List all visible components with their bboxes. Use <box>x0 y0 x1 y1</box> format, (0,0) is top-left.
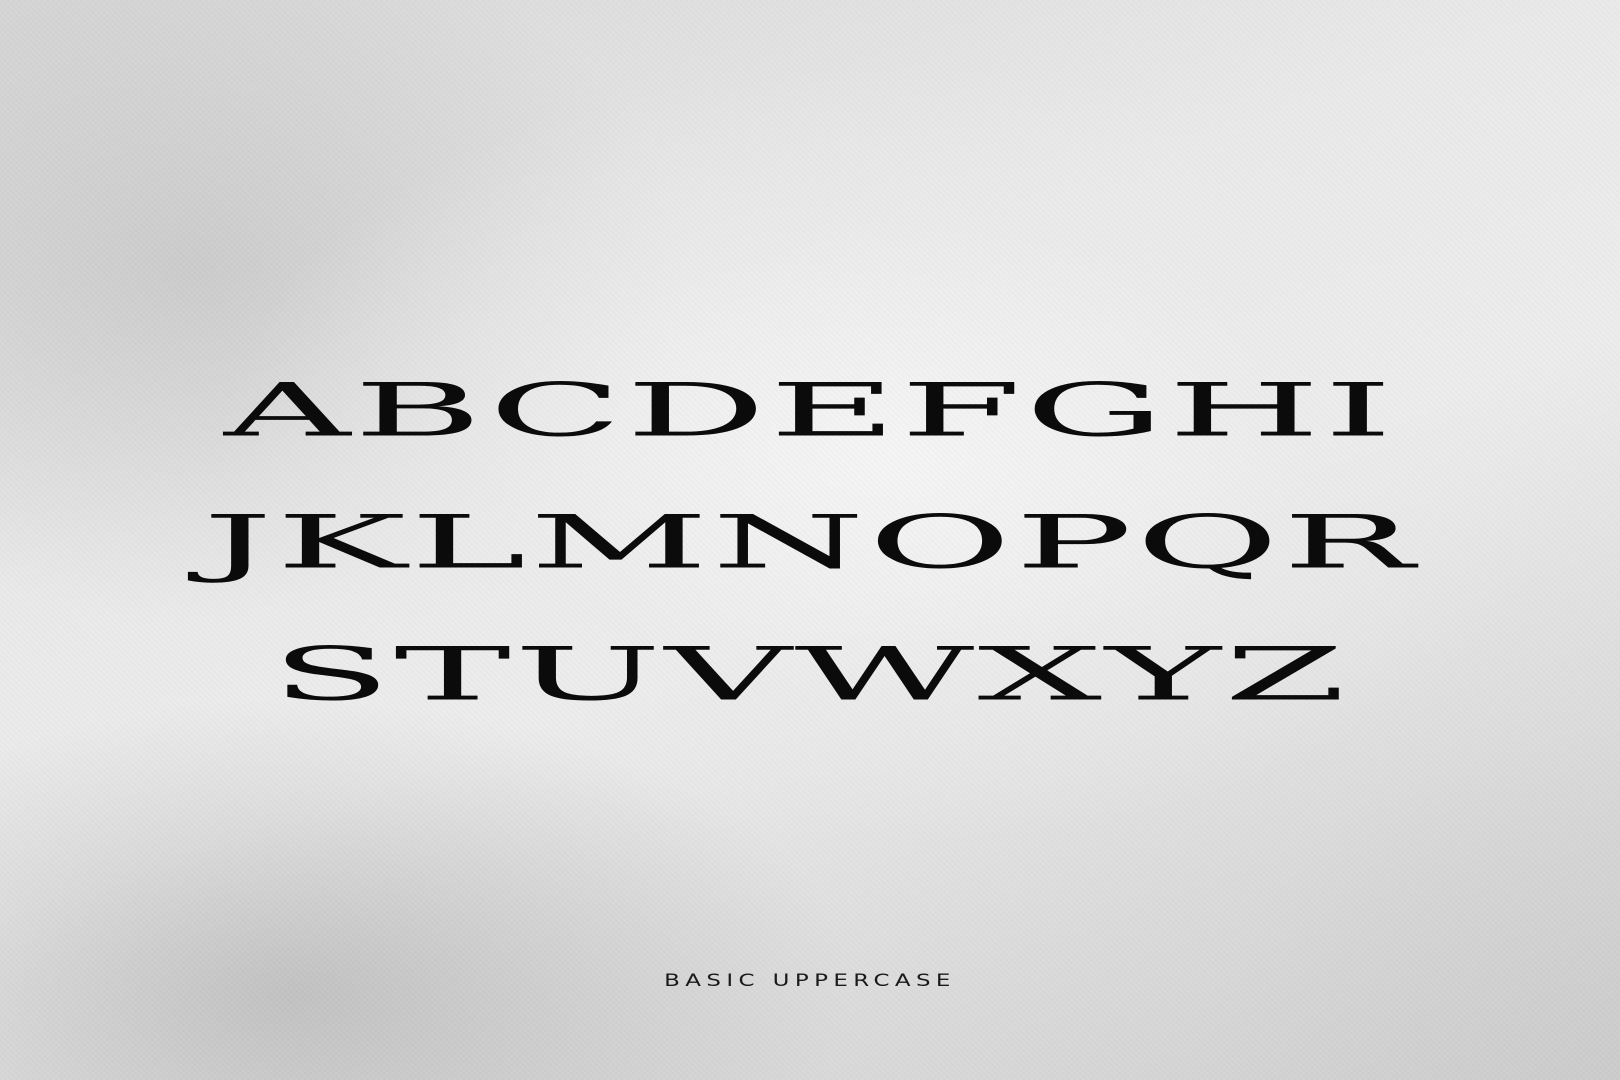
alphabet-specimen: ABCDEFGHI JKLMNOPQR STUVWXYZ <box>0 345 1620 741</box>
uppercase-row-a-i: ABCDEFGHI <box>223 368 1397 454</box>
uppercase-row-s-z: STUVWXYZ <box>271 632 1349 718</box>
specimen-caption: BASIC UPPERCASE <box>664 971 956 991</box>
uppercase-row-j-r: JKLMNOPQR <box>202 500 1418 586</box>
